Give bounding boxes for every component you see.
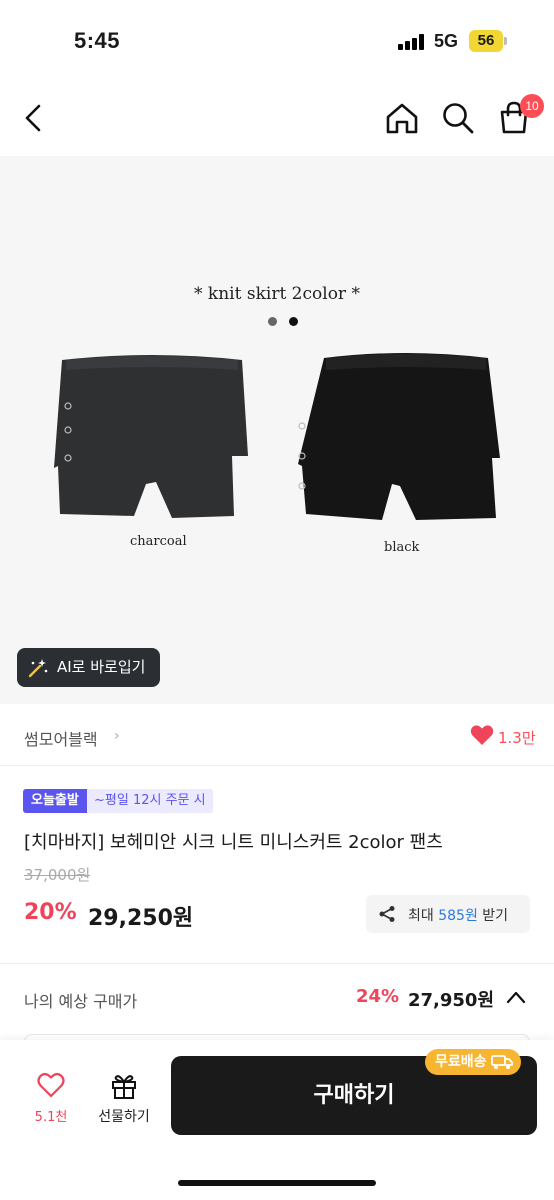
seller-row: 썸모어블랙 › 1.3만: [0, 704, 554, 766]
seller-name[interactable]: 썸모어블랙: [24, 726, 98, 750]
battery-level: 56: [469, 30, 503, 52]
share-icon: [379, 906, 395, 922]
wishlist-button[interactable]: 5.1천: [28, 1070, 74, 1130]
ai-try-on-label: AI로 바로입기: [57, 658, 146, 676]
signal-icon: [398, 34, 426, 50]
product-image[interactable]: * knit skirt 2color * charcoal black AI로…: [0, 156, 554, 704]
charcoal-shorts-image: [54, 355, 248, 518]
gift-label: 선물하기: [98, 1109, 150, 1125]
status-bar: 5:45 5G 56: [0, 0, 554, 80]
expected-price: 27,950원: [408, 990, 495, 1011]
bottom-action-bar: 5.1천 선물하기 구매하기 무료배송: [0, 1040, 554, 1200]
black-shorts-image: [298, 353, 500, 520]
search-icon[interactable]: [438, 98, 478, 138]
ai-try-on-button[interactable]: AI로 바로입기: [17, 648, 160, 687]
free-shipping-badge: 무료배송: [425, 1049, 521, 1075]
points-amount: 585원: [438, 908, 478, 924]
chevron-up-icon[interactable]: [506, 990, 526, 1004]
points-button[interactable]: 최대 585원 받기: [366, 895, 530, 933]
top-nav: 10: [0, 80, 554, 156]
home-indicator: [178, 1180, 376, 1186]
battery-icon: 56: [469, 30, 507, 52]
shipping-condition-badge: ~평일 12시 주문 시: [87, 789, 213, 813]
wishlist-count: 5.1천: [34, 1110, 68, 1125]
divider: [0, 765, 554, 766]
expected-price-label: 나의 예상 구매가: [24, 992, 138, 1011]
expected-price-row[interactable]: 나의 예상 구매가 24% 27,950원: [0, 964, 554, 1034]
status-time: 5:45: [74, 28, 121, 53]
points-text: 최대 585원 받기: [408, 908, 509, 924]
product-title: [치마바지] 보헤미안 시크 니트 미니스커트 2color 팬츠: [24, 832, 443, 853]
heart-outline-icon: [37, 1073, 65, 1098]
free-shipping-label: 무료배송: [435, 1054, 487, 1070]
discount-rate: 20%: [24, 900, 77, 925]
gift-button[interactable]: 선물하기: [88, 1070, 160, 1130]
seller-chevron-icon: ›: [114, 728, 120, 744]
truck-icon: [490, 1055, 513, 1069]
home-icon[interactable]: [382, 98, 422, 138]
caption-black: black: [384, 540, 420, 555]
caption-charcoal: charcoal: [130, 534, 187, 549]
like-count: 1.3만: [498, 729, 536, 747]
expected-discount: 24%: [356, 986, 400, 1007]
original-price: 37,000원: [24, 866, 91, 884]
heart-icon: [470, 725, 494, 745]
same-day-badge: 오늘출발: [23, 789, 87, 813]
image-title: * knit skirt 2color *: [194, 284, 360, 304]
gift-icon: [112, 1075, 136, 1099]
sale-price: 29,250원: [88, 906, 194, 931]
cart-count-badge: 10: [520, 94, 544, 118]
magic-wand-icon: [28, 659, 48, 678]
color-dots: [268, 317, 308, 327]
back-icon[interactable]: [14, 98, 54, 138]
network-type: 5G: [434, 31, 459, 51]
